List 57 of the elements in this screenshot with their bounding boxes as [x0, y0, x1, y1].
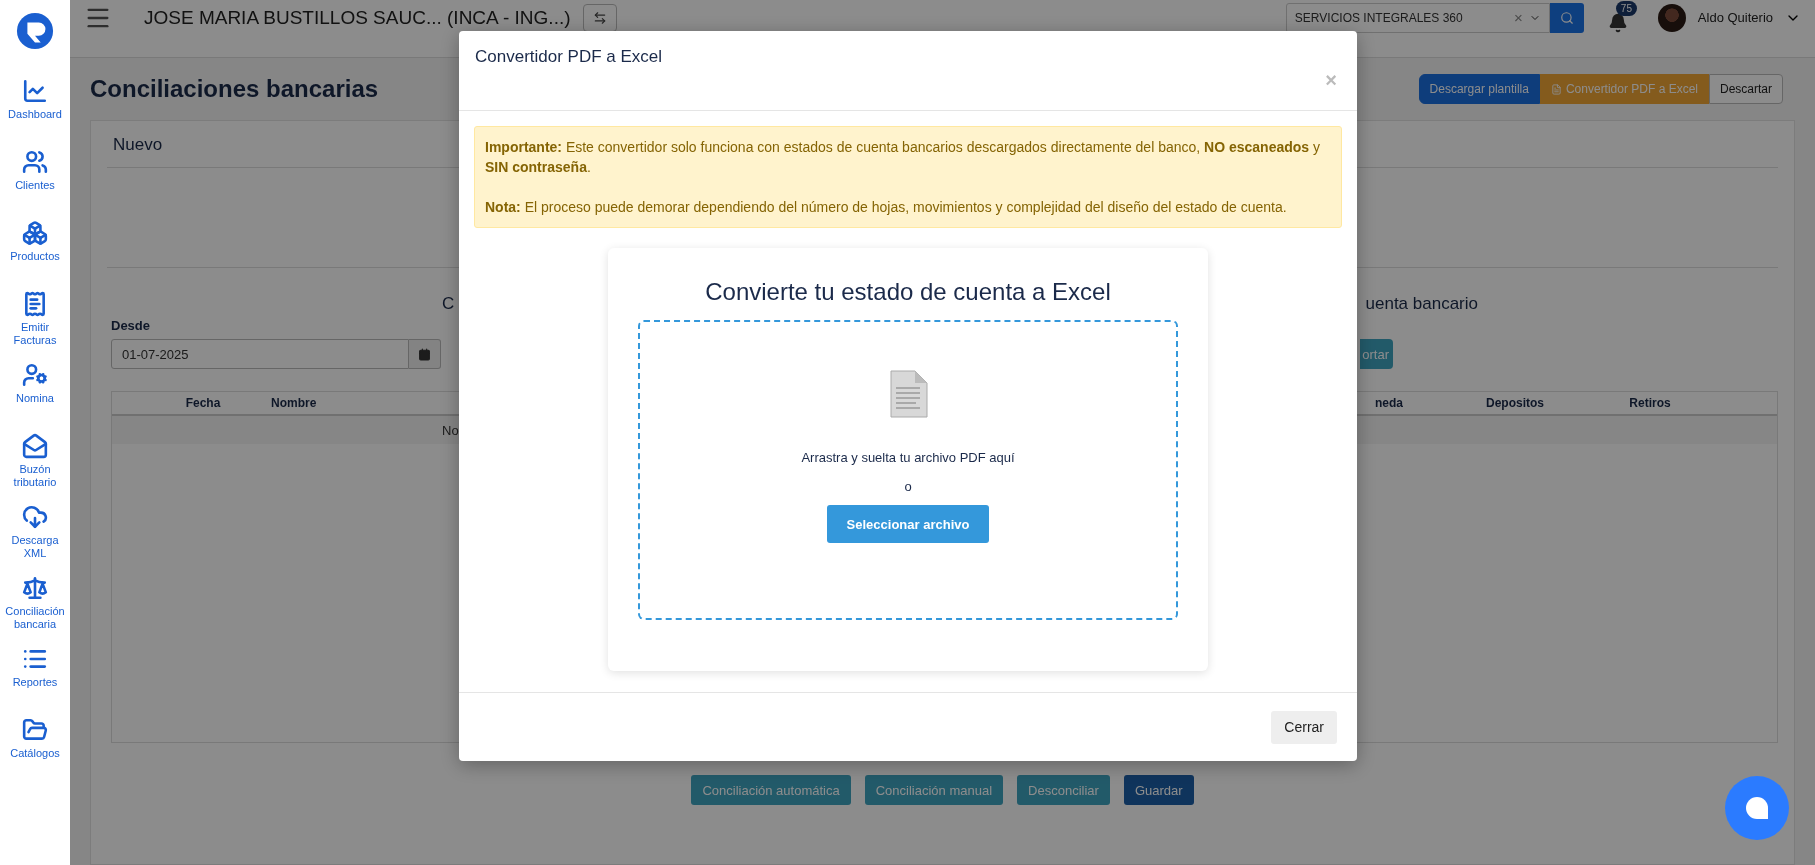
section-heading: uenta bancario [1365, 294, 1478, 314]
or-text: o [904, 479, 912, 494]
sidebar-item[interactable]: Buzón tributario [0, 433, 70, 504]
page-title: Conciliaciones bancarias [90, 75, 379, 103]
swap-arrows-icon [592, 10, 607, 25]
action-button[interactable]: Descargar plantilla [1418, 74, 1540, 104]
sidebar-item[interactable]: Reportes [0, 646, 70, 717]
sidebar-item[interactable]: Productos [0, 220, 70, 291]
scale-icon [22, 575, 48, 601]
upload-title: Convierte tu estado de cuenta a Excel [705, 278, 1111, 306]
envelope-icon [22, 433, 48, 459]
action-button[interactable]: Descartar [1709, 74, 1783, 104]
sidebar-item[interactable]: Nomina [0, 362, 70, 433]
date-label: Desde [111, 318, 152, 333]
chat-icon [1744, 796, 1770, 820]
document-icon [887, 370, 929, 418]
folder-icon [22, 717, 48, 743]
notifications-button[interactable] [1607, 12, 1628, 33]
column-header: neda [1374, 396, 1404, 410]
company-title: JOSE MARIA BUSTILLOS SAUC... (INCA - ING...) [144, 6, 571, 29]
user-name[interactable]: Aldo Quiterio [1697, 10, 1773, 25]
close-button[interactable]: Cerrar [1271, 710, 1337, 744]
bell-icon [1607, 12, 1628, 33]
sidebar-item[interactable]: Emitir Facturas [0, 291, 70, 362]
sidebar-item[interactable]: Clientes [0, 149, 70, 220]
sidebar-item[interactable]: Dashboard [0, 78, 70, 149]
line-chart-icon [22, 78, 48, 104]
calendar-icon [418, 347, 431, 361]
date-field[interactable]: 01-07-2025 [111, 339, 409, 369]
calendar-button[interactable] [409, 339, 441, 369]
column-header: Retiros [1628, 396, 1672, 410]
footer-button[interactable]: Guardar [1123, 775, 1194, 805]
select-file-button[interactable]: Seleccionar archivo [826, 505, 990, 543]
app-logo[interactable] [16, 12, 54, 50]
sidebar-item[interactable]: Conciliación bancaria [0, 575, 70, 646]
empty-message: No [442, 422, 459, 438]
sidebar-item[interactable]: Descarga XML [0, 504, 70, 575]
dialog-title: Convertidor PDF a Excel [475, 47, 664, 67]
switch-button[interactable] [582, 3, 617, 32]
section-heading: C [442, 294, 455, 314]
user-avatar[interactable] [1657, 3, 1686, 32]
sidebar-item[interactable]: Catálogos [0, 717, 70, 788]
receipt-icon [22, 291, 48, 317]
notification-count: 75 [1615, 0, 1637, 16]
boxes-icon [22, 220, 48, 246]
column-header: Fecha [184, 396, 222, 410]
drop-text: Arrastra y suelta tu archivo PDF aquí [801, 450, 1015, 465]
cloud-download-icon [22, 504, 48, 530]
search-button[interactable] [1549, 2, 1584, 33]
drop-zone[interactable]: Arrastra y suelta tu archivo PDF aquí o Seleccionar archivo [638, 320, 1178, 620]
user-gear-icon [22, 362, 48, 388]
search-icon [1559, 10, 1574, 25]
file-icon [1550, 83, 1562, 95]
column-header: Depositos [1485, 396, 1545, 410]
warning-text: Nota: El proceso puede demorar dependiendo del número de hojas, movimientos y complejidad del diseño del estado de cuenta. [485, 198, 1288, 217]
column-header: Nombre [270, 396, 318, 410]
users-icon [22, 149, 48, 175]
